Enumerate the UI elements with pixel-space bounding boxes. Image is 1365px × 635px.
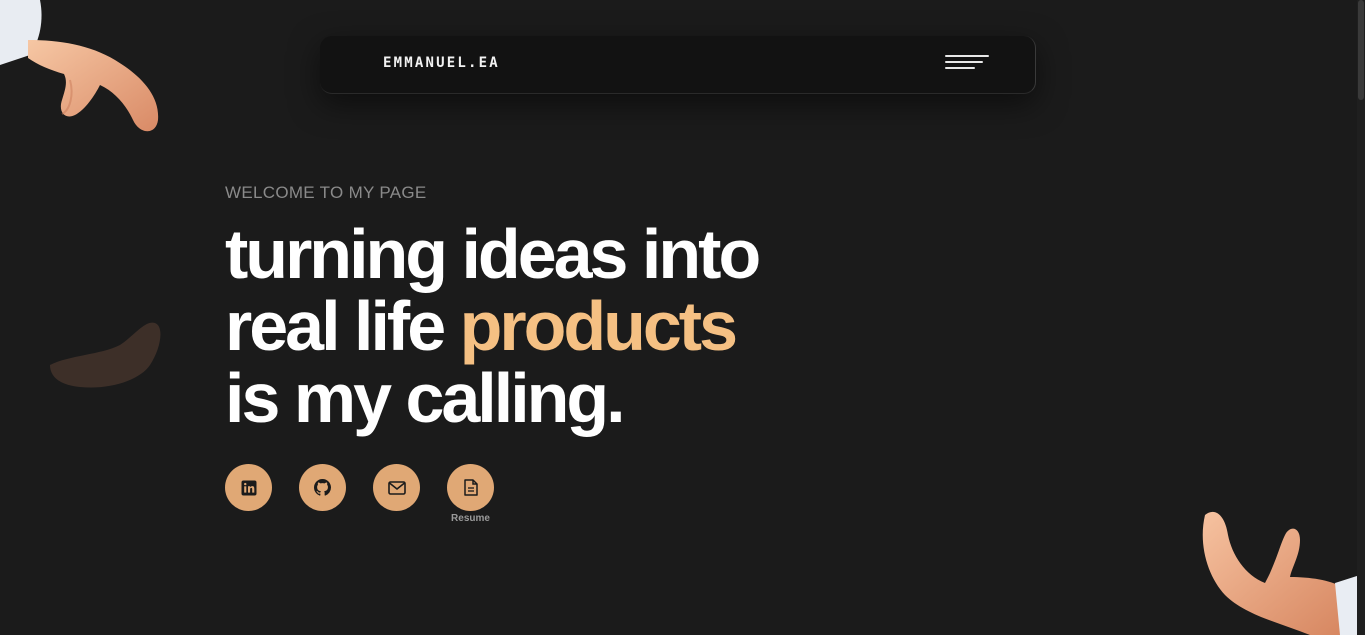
decorative-hand-bottom-right <box>1190 505 1360 635</box>
brand-logo-text[interactable]: EMMANUEL.EA <box>383 55 500 71</box>
hamburger-line <box>945 67 975 69</box>
scrollbar-thumb[interactable] <box>1358 0 1364 100</box>
hamburger-line <box>945 61 983 63</box>
linkedin-icon <box>241 480 256 495</box>
headline-line-3: is my calling. <box>225 359 626 437</box>
linkedin-button-circle <box>225 464 272 511</box>
hero-headline: turning ideas into real life products is… <box>225 215 761 437</box>
headline-line-2-start: real life <box>225 287 460 365</box>
resume-button-circle <box>447 464 494 511</box>
hamburger-menu-icon <box>945 55 989 57</box>
headline-line-1: turning ideas into <box>225 215 761 293</box>
page-scrollbar[interactable] <box>1357 0 1365 635</box>
headline-accent-word: products <box>459 287 738 365</box>
document-icon <box>463 479 478 496</box>
headline-line-2: real life products <box>225 290 758 362</box>
github-button[interactable] <box>299 464 346 524</box>
resume-button[interactable]: Resume <box>447 464 494 524</box>
hamburger-menu-button[interactable] <box>942 52 990 74</box>
github-button-circle <box>299 464 346 511</box>
resume-caption: Resume <box>451 513 490 524</box>
hero-eyebrow: WELCOME TO MY PAGE <box>225 183 427 202</box>
email-button-circle <box>373 464 420 511</box>
mail-icon <box>387 480 406 495</box>
decorative-hand-faded <box>40 315 170 400</box>
email-button[interactable] <box>373 464 420 524</box>
decorative-hand-top-left <box>0 0 170 145</box>
github-icon <box>314 479 331 496</box>
social-links: Resume <box>225 464 494 524</box>
linkedin-button[interactable] <box>225 464 272 524</box>
top-navigation-bar: EMMANUEL.EA <box>320 36 1036 94</box>
